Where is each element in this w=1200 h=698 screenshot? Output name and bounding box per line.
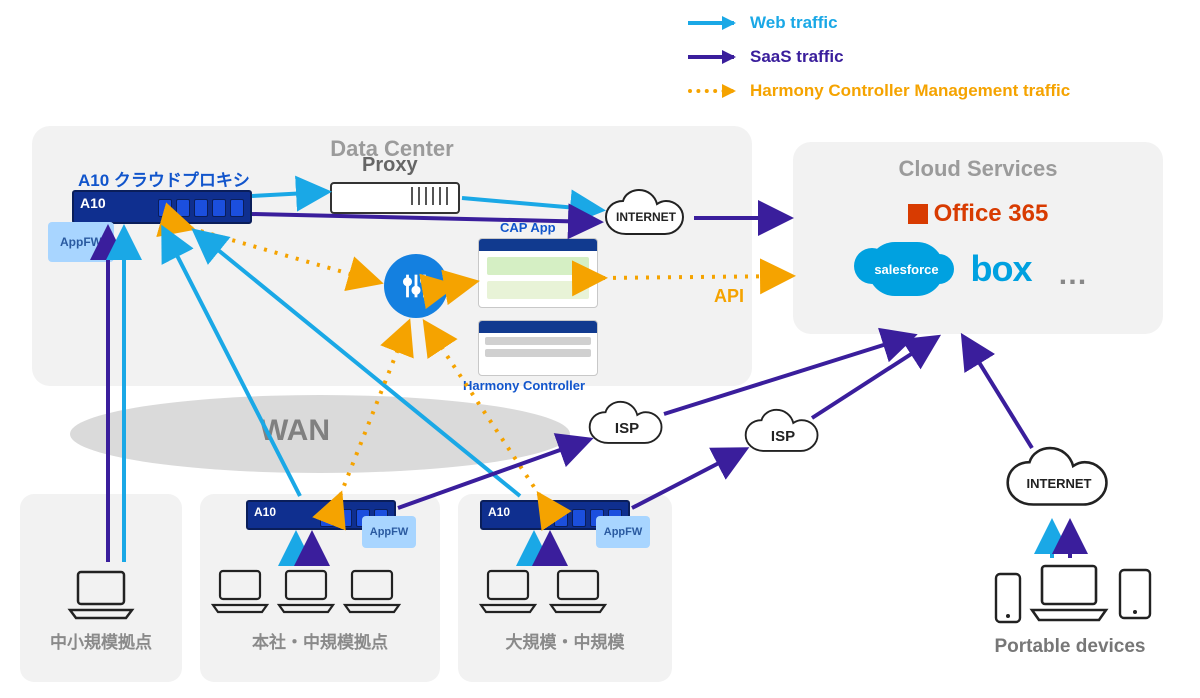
appfw-badge-main: AppFW <box>48 222 114 262</box>
appfw-badge-large: AppFW <box>596 516 650 548</box>
api-label: API <box>714 286 744 307</box>
cloud-services-panel: Cloud Services Office 365 salesforce box… <box>793 142 1163 334</box>
salesforce-logo: salesforce <box>868 242 944 296</box>
box-logo: box <box>970 248 1031 290</box>
portable-devices-label: Portable devices <box>970 636 1170 658</box>
cap-app-label: CAP App <box>500 220 556 235</box>
laptop-icon <box>548 566 608 616</box>
a10-brand-label: A10 <box>80 195 106 211</box>
phone-icon <box>990 570 1026 628</box>
wan-label: WAN <box>260 414 330 448</box>
cloud-isp-1: ISP <box>584 400 670 437</box>
laptop-icon <box>342 566 402 616</box>
legend-saas: SaaS traffic <box>750 47 844 67</box>
legend-web: Web traffic <box>750 13 838 33</box>
legend: Web traffic SaaS traffic Harmony Control… <box>688 6 1070 108</box>
harmony-label: Harmony Controller <box>463 378 585 393</box>
cap-app-dashboard <box>478 238 598 308</box>
tablet-icon <box>1114 566 1156 624</box>
cloud-isp-2: ISP <box>740 408 826 445</box>
more-services: … <box>1058 258 1088 296</box>
cloud-internet-bottom: INTERNET <box>1000 444 1118 491</box>
office365-logo: Office 365 <box>908 200 1049 228</box>
harmony-dashboard <box>478 320 598 376</box>
a10-cloud-proxy-title: A10 クラウドプロキシ <box>78 166 250 191</box>
cloud-internet-top: INTERNET <box>600 188 692 224</box>
appfw-badge-hq: AppFW <box>362 516 416 548</box>
legend-mgmt: Harmony Controller Management traffic <box>750 81 1070 101</box>
laptop-icon <box>276 566 336 616</box>
laptop-icon <box>210 566 270 616</box>
proxy-label: Proxy <box>362 154 418 177</box>
harmony-controller-icon <box>384 254 448 318</box>
proxy-device <box>330 182 460 214</box>
a10-device-main: A10 <box>72 190 252 224</box>
cloud-services-title: Cloud Services <box>793 156 1163 182</box>
laptop-icon <box>1028 560 1110 626</box>
laptop-icon <box>478 566 538 616</box>
laptop-icon <box>66 566 136 622</box>
